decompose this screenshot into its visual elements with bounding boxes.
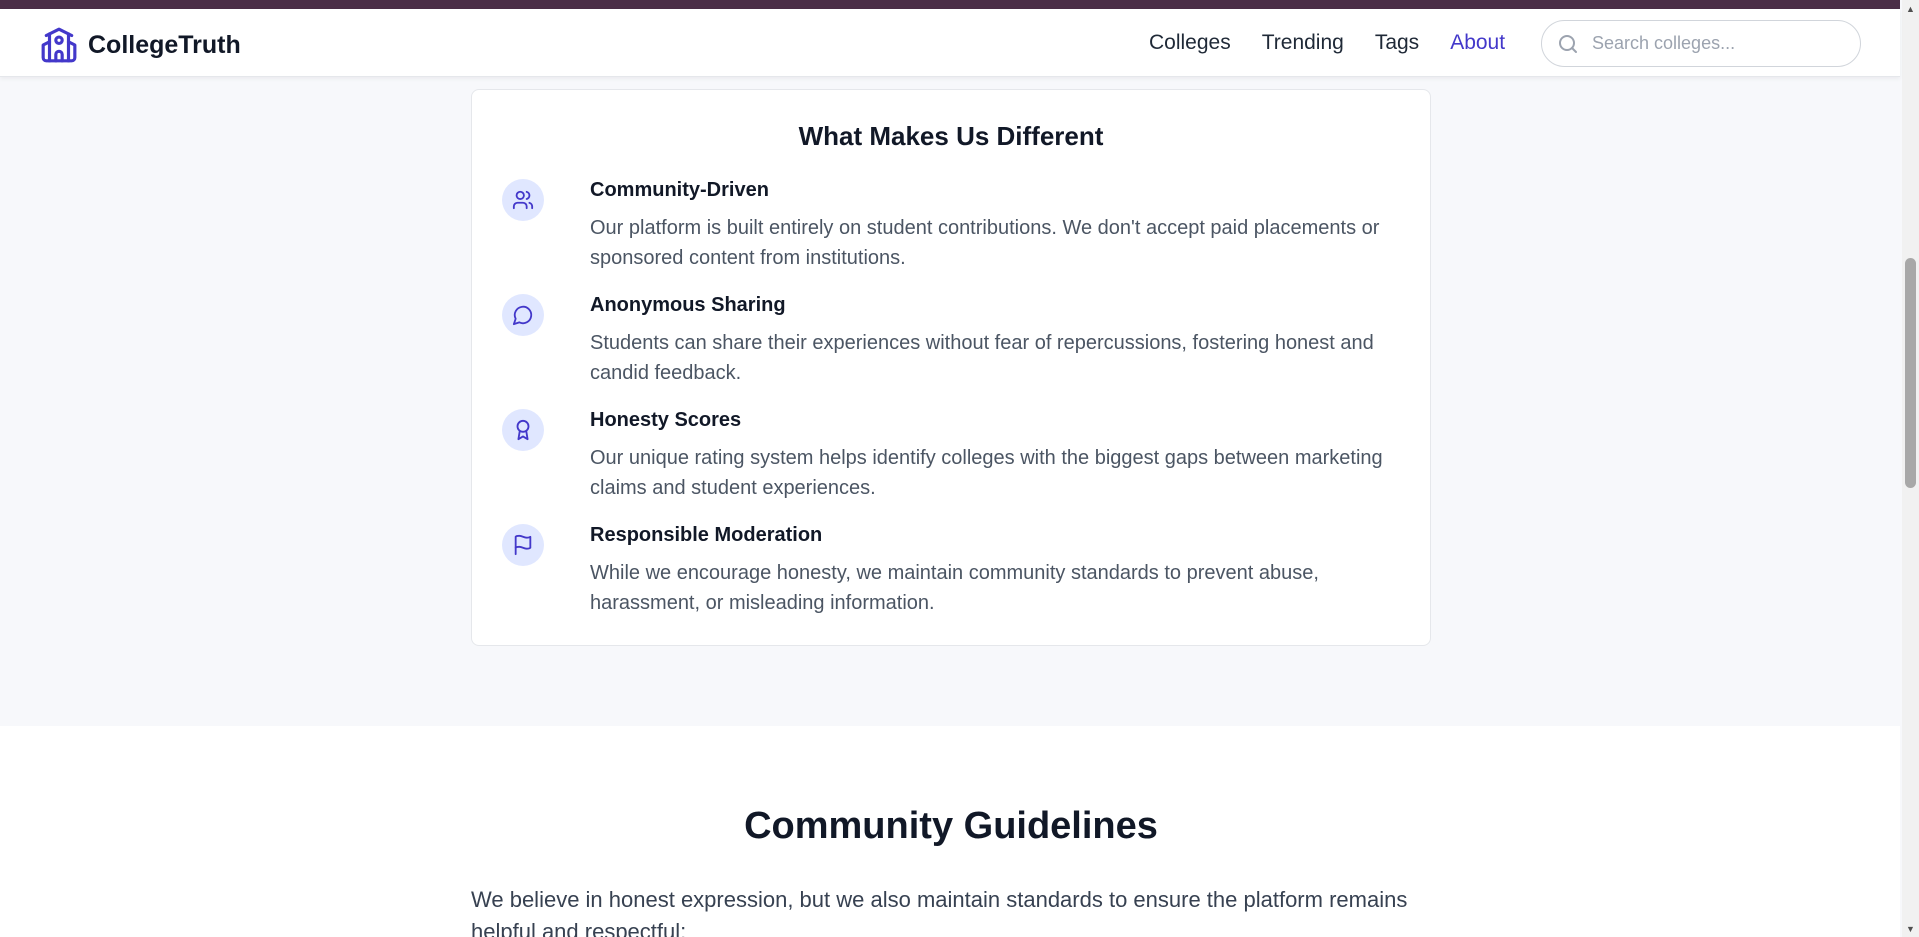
navbar: CollegeTruth Colleges Trending Tags Abou… (0, 9, 1900, 77)
nav-about[interactable]: About (1450, 31, 1505, 55)
scroll-up-arrow-icon[interactable]: ▲ (1902, 0, 1919, 17)
feature-title: Responsible Moderation (590, 524, 823, 546)
search-icon (1559, 34, 1577, 53)
brand-logo[interactable]: CollegeTruth (40, 25, 241, 65)
window-top-stripe (0, 0, 1900, 9)
feature-title: Anonymous Sharing (590, 294, 786, 316)
feature-icon-badge (502, 179, 544, 221)
guidelines-intro: We believe in honest expression, but we … (471, 887, 1408, 937)
different-title: What Makes Us Different (798, 121, 1104, 151)
guidelines-title: Community Guidelines (744, 805, 1158, 847)
nav-colleges[interactable]: Colleges (1149, 31, 1231, 55)
nav-tags[interactable]: Tags (1375, 31, 1419, 55)
feature-description: Our platform is built entirely on studen… (590, 217, 1380, 269)
feature-description: While we encourage honesty, we maintain … (590, 562, 1319, 614)
award-icon (516, 419, 530, 441)
scroll-down-arrow-icon[interactable]: ▼ (1902, 920, 1919, 937)
feature-description: Our unique rating system helps identify … (590, 447, 1383, 499)
feature-icon-badge (502, 294, 544, 336)
users-icon (512, 190, 534, 210)
school-building-icon (41, 27, 77, 63)
brand-name[interactable]: CollegeTruth (88, 31, 241, 60)
search-box[interactable] (1541, 20, 1861, 67)
feature-icon-badge (502, 524, 544, 566)
vertical-scrollbar[interactable]: ▲ ▼ (1902, 0, 1919, 937)
main-nav: Colleges Trending Tags About (1149, 31, 1505, 55)
feature-title: Community-Driven (590, 179, 769, 201)
feature-description: Students can share their experiences wit… (590, 332, 1374, 384)
flag-icon (514, 534, 532, 556)
message-circle-icon (512, 305, 533, 326)
search-input[interactable] (1592, 33, 1852, 54)
different-card: What Makes Us Different Community-Driven… (471, 89, 1431, 646)
feature-icon-badge (502, 409, 544, 451)
nav-trending[interactable]: Trending (1262, 31, 1344, 55)
feature-title: Honesty Scores (590, 409, 742, 431)
scroll-thumb[interactable] (1905, 258, 1916, 488)
